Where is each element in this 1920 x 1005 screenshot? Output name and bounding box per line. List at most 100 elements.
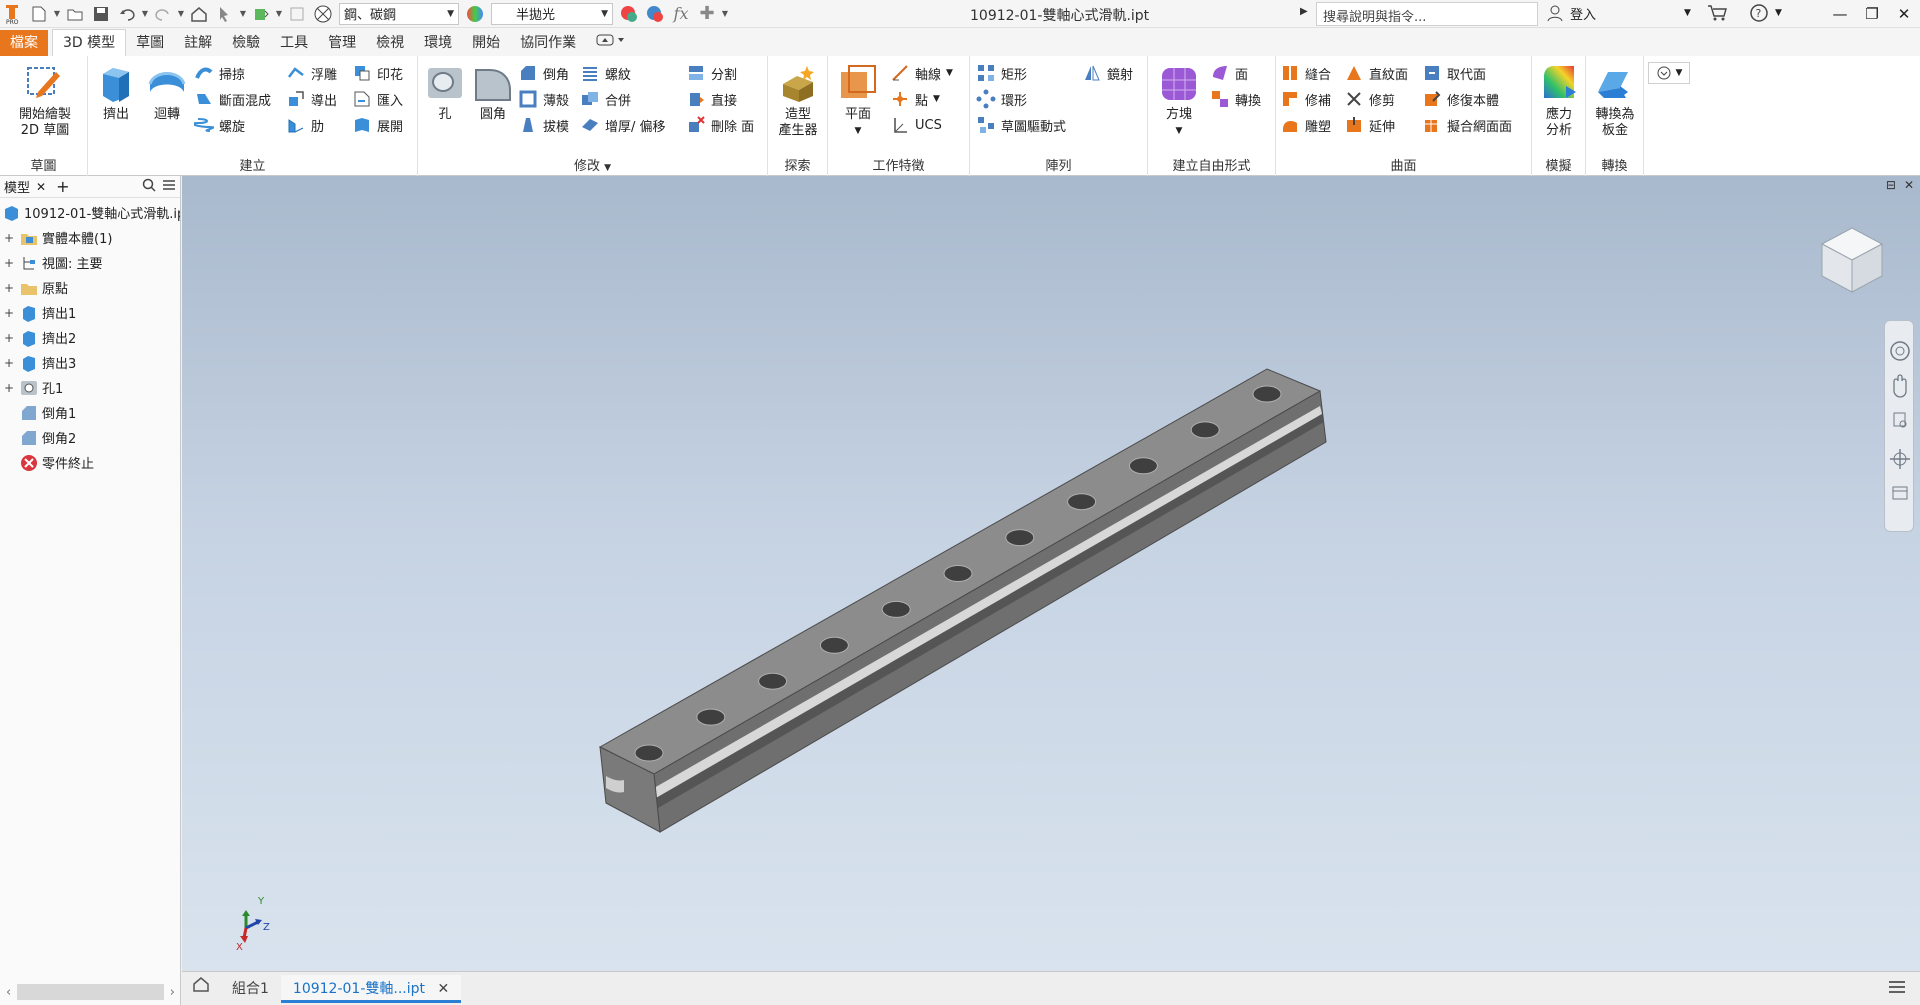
chevron-down-icon[interactable]: ▼ xyxy=(274,9,284,18)
update-icon[interactable] xyxy=(249,3,273,25)
tile-views-icon[interactable]: ⊟ xyxy=(1886,178,1896,192)
zoom-icon[interactable] xyxy=(1893,412,1907,428)
select-icon[interactable] xyxy=(213,3,237,25)
tree-node-end-of-part[interactable]: 零件終止 xyxy=(0,450,180,475)
tree-node-chamfer-1[interactable]: 倒角1 xyxy=(0,400,180,425)
expand-icon[interactable]: + xyxy=(4,306,14,320)
tab-inspect[interactable]: 檢驗 xyxy=(222,30,270,56)
coil-button[interactable]: 螺旋 xyxy=(194,114,245,136)
emboss-button[interactable]: 浮雕 xyxy=(286,62,337,84)
circular-pattern-button[interactable]: 環形 xyxy=(976,88,1027,110)
doc-tab-rail-part[interactable]: 10912-01-雙軸...ipt ✕ xyxy=(280,974,462,1003)
scrollbar-thumb[interactable] xyxy=(17,984,164,1000)
close-icon[interactable]: ✕ xyxy=(1904,178,1914,192)
home-icon[interactable] xyxy=(187,3,211,25)
adjust-appearance-icon[interactable] xyxy=(617,3,641,25)
browser-tab-model[interactable]: 模型 xyxy=(4,177,30,196)
chevron-down-icon[interactable]: ▼ xyxy=(140,9,150,18)
measure-icon[interactable] xyxy=(285,3,309,25)
stitch-button[interactable]: 縫合 xyxy=(1280,62,1331,84)
split-button[interactable]: 分割 xyxy=(686,62,737,84)
cart-icon[interactable] xyxy=(1707,4,1729,22)
axis-button[interactable]: 軸線 ▼ xyxy=(890,62,953,84)
start-2d-sketch-button[interactable]: 開始繪製 2D 草圖 xyxy=(8,62,82,139)
ribbon-extra-dropdown[interactable]: ▼ xyxy=(1648,62,1690,84)
delete-face-button[interactable]: 刪除 面 xyxy=(686,114,754,136)
search-icon[interactable] xyxy=(142,178,156,196)
chevron-right-icon[interactable]: › xyxy=(170,985,175,1000)
patch-button[interactable]: 修補 xyxy=(1280,88,1331,110)
trim-button[interactable]: 修剪 xyxy=(1344,88,1395,110)
chevron-right-icon[interactable]: ▶ xyxy=(1300,6,1308,17)
tab-get-started[interactable]: 開始 xyxy=(462,30,510,56)
menu-icon[interactable] xyxy=(1888,979,1906,999)
freeform-box-button[interactable]: 方塊 ▼ xyxy=(1156,62,1202,139)
rectangular-pattern-button[interactable]: 矩形 xyxy=(976,62,1027,84)
tab-3d-model[interactable]: 3D 模型 xyxy=(52,29,127,56)
plane-button[interactable]: 平面 ▼ xyxy=(834,62,882,139)
draft-button[interactable]: 拔模 xyxy=(518,114,569,136)
close-icon[interactable]: ✕ xyxy=(437,981,449,997)
material-select[interactable]: 鋼、碳鋼 ▼ xyxy=(339,2,459,25)
appearance-select[interactable]: 半拋光 ▼ xyxy=(491,2,613,25)
color-wheel-icon[interactable] xyxy=(463,3,487,25)
shell-button[interactable]: 薄殼 xyxy=(518,88,569,110)
combine-button[interactable]: 合併 xyxy=(580,88,631,110)
tree-node-chamfer-2[interactable]: 倒角2 xyxy=(0,425,180,450)
close-icon[interactable]: ✕ xyxy=(1888,0,1920,28)
stress-analysis-button[interactable]: 應力 分析 xyxy=(1534,62,1584,139)
chevron-down-icon[interactable]: ▼ xyxy=(176,9,186,18)
plus-icon[interactable]: ✚ xyxy=(695,3,719,25)
tab-file[interactable]: 檔案 xyxy=(0,30,48,56)
replace-face-button[interactable]: 取代面 xyxy=(1422,62,1486,84)
sketch-driven-pattern-button[interactable]: 草圖驅動式 xyxy=(976,114,1066,136)
browser-horizontal-scrollbar[interactable]: ‹ › xyxy=(0,979,181,1005)
sweep-button[interactable]: 掃掠 xyxy=(194,62,245,84)
signin-button[interactable]: 登入 ▼ ? ▼ xyxy=(1546,3,1782,23)
expand-icon[interactable]: + xyxy=(4,381,14,395)
tree-node-solid-bodies[interactable]: + 實體本體(1) xyxy=(0,225,180,250)
hole-button[interactable]: 孔 xyxy=(422,62,468,123)
tree-node-extrusion-2[interactable]: + 擠出2 xyxy=(0,325,180,350)
convert-to-sheet-metal-button[interactable]: 轉換為 板金 xyxy=(1588,62,1642,139)
tab-collaborate[interactable]: 協同作業 xyxy=(510,30,586,56)
tree-node-hole-1[interactable]: + 孔1 xyxy=(0,375,180,400)
menu-icon[interactable] xyxy=(162,178,176,196)
doc-tab-assembly[interactable]: 組合1 xyxy=(220,975,281,1003)
decal-button[interactable]: 印花 xyxy=(352,62,403,84)
ruled-surface-button[interactable]: 直紋面 xyxy=(1344,62,1408,84)
orbit-icon[interactable] xyxy=(1890,449,1910,469)
direct-edit-button[interactable]: 直接 xyxy=(686,88,737,110)
customize-dropdown-icon[interactable]: ▼ xyxy=(720,9,730,18)
expand-icon[interactable]: + xyxy=(4,231,14,245)
thread-button[interactable]: 螺紋 xyxy=(580,62,631,84)
tree-node-origin[interactable]: + 原點 xyxy=(0,275,180,300)
full-navigation-wheel-icon[interactable] xyxy=(1890,341,1910,361)
repair-bodies-button[interactable]: 修復本體 xyxy=(1422,88,1499,110)
chamfer-button[interactable]: 倒角 xyxy=(518,62,569,84)
add-browser-tab-button[interactable]: + xyxy=(56,177,69,196)
loft-button[interactable]: 斷面混成 xyxy=(194,88,271,110)
chevron-down-icon[interactable]: ▼ xyxy=(1775,8,1782,18)
app-logo-icon[interactable]: PRO xyxy=(1,3,25,25)
clear-appearance-icon[interactable] xyxy=(643,3,667,25)
close-icon[interactable]: ✕ xyxy=(36,180,46,194)
tree-root-part[interactable]: 10912-01-雙軸心式滑軌.ipt xyxy=(0,200,180,225)
thicken-offset-button[interactable]: 增厚/ 偏移 xyxy=(580,114,666,136)
undo-icon[interactable] xyxy=(115,3,139,25)
graphics-viewport[interactable]: Y Z X ⊟ ✕ xyxy=(182,176,1920,971)
appearance-override-icon[interactable] xyxy=(311,3,335,25)
expand-icon[interactable]: + xyxy=(4,356,14,370)
panel-title-modify[interactable]: 修改 ▼ xyxy=(418,155,767,174)
expand-icon[interactable]: + xyxy=(4,331,14,345)
rib-button[interactable]: 肋 xyxy=(286,114,324,136)
home-icon[interactable] xyxy=(182,975,220,1003)
extend-button[interactable]: 延伸 xyxy=(1344,114,1395,136)
extrude-button[interactable]: 擠出 xyxy=(92,62,140,123)
sculpt-button[interactable]: 雕塑 xyxy=(1280,114,1331,136)
chevron-down-icon[interactable]: ▼ xyxy=(52,9,62,18)
redo-icon[interactable] xyxy=(151,3,175,25)
expand-icon[interactable]: + xyxy=(4,281,14,295)
parameters-fx-icon[interactable]: fx xyxy=(669,3,693,25)
pan-icon[interactable] xyxy=(1893,374,1907,398)
